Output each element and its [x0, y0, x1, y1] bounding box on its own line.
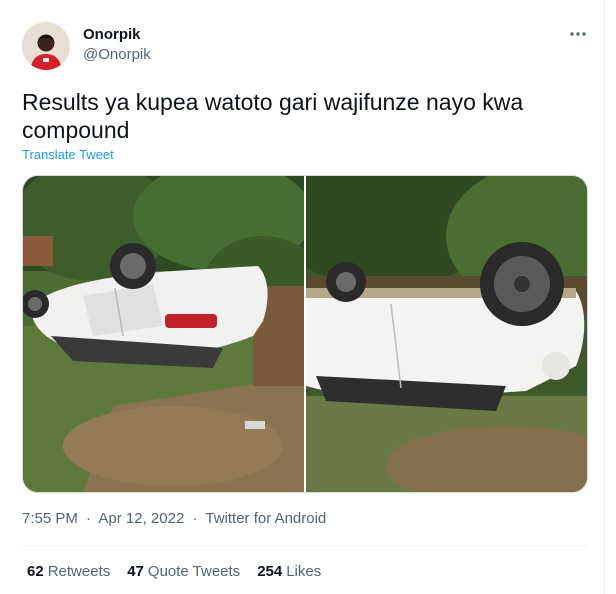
tweet-card: Onorpik @Onorpik Results ya kupea watoto… [0, 0, 616, 594]
overturned-car-photo-right [306, 176, 587, 492]
overturned-car-photo-left [23, 176, 304, 492]
avatar-image [22, 22, 70, 70]
quote-tweets-count: 47 [127, 563, 144, 580]
tweet-time[interactable]: 7:55 PM [22, 510, 78, 527]
photo-right[interactable] [306, 176, 587, 492]
engagement-stats: 62 Retweets 47 Quote Tweets 254 Likes [27, 563, 321, 580]
tweet-source[interactable]: Twitter for Android [205, 510, 326, 527]
user-handle[interactable]: @Onorpik [83, 46, 151, 63]
retweets-label: Retweets [47, 563, 111, 580]
user-display-name[interactable]: Onorpik [83, 26, 141, 43]
ellipsis-icon [570, 32, 586, 36]
media-grid [22, 175, 588, 493]
column-border [604, 0, 605, 594]
meta-separator: · [86, 510, 92, 527]
retweets-stat[interactable]: 62 Retweets [27, 563, 110, 580]
tweet-date[interactable]: Apr 12, 2022 [98, 510, 184, 527]
tweet-metadata: 7:55 PM · Apr 12, 2022 · Twitter for And… [22, 510, 330, 527]
quote-tweets-stat[interactable]: 47 Quote Tweets [127, 563, 240, 580]
likes-stat[interactable]: 254 Likes [257, 563, 321, 580]
divider [22, 545, 588, 546]
more-options-button[interactable] [564, 22, 592, 46]
likes-count: 254 [257, 563, 283, 580]
translate-tweet-link[interactable]: Translate Tweet [22, 147, 114, 162]
avatar[interactable] [22, 22, 70, 70]
photo-left[interactable] [23, 176, 304, 492]
tweet-text: Results ya kupea watoto gari wajifunze n… [22, 89, 524, 143]
retweets-count: 62 [27, 563, 44, 580]
meta-separator: · [192, 510, 198, 527]
quote-tweets-label: Quote Tweets [147, 563, 241, 580]
likes-label: Likes [286, 563, 322, 580]
